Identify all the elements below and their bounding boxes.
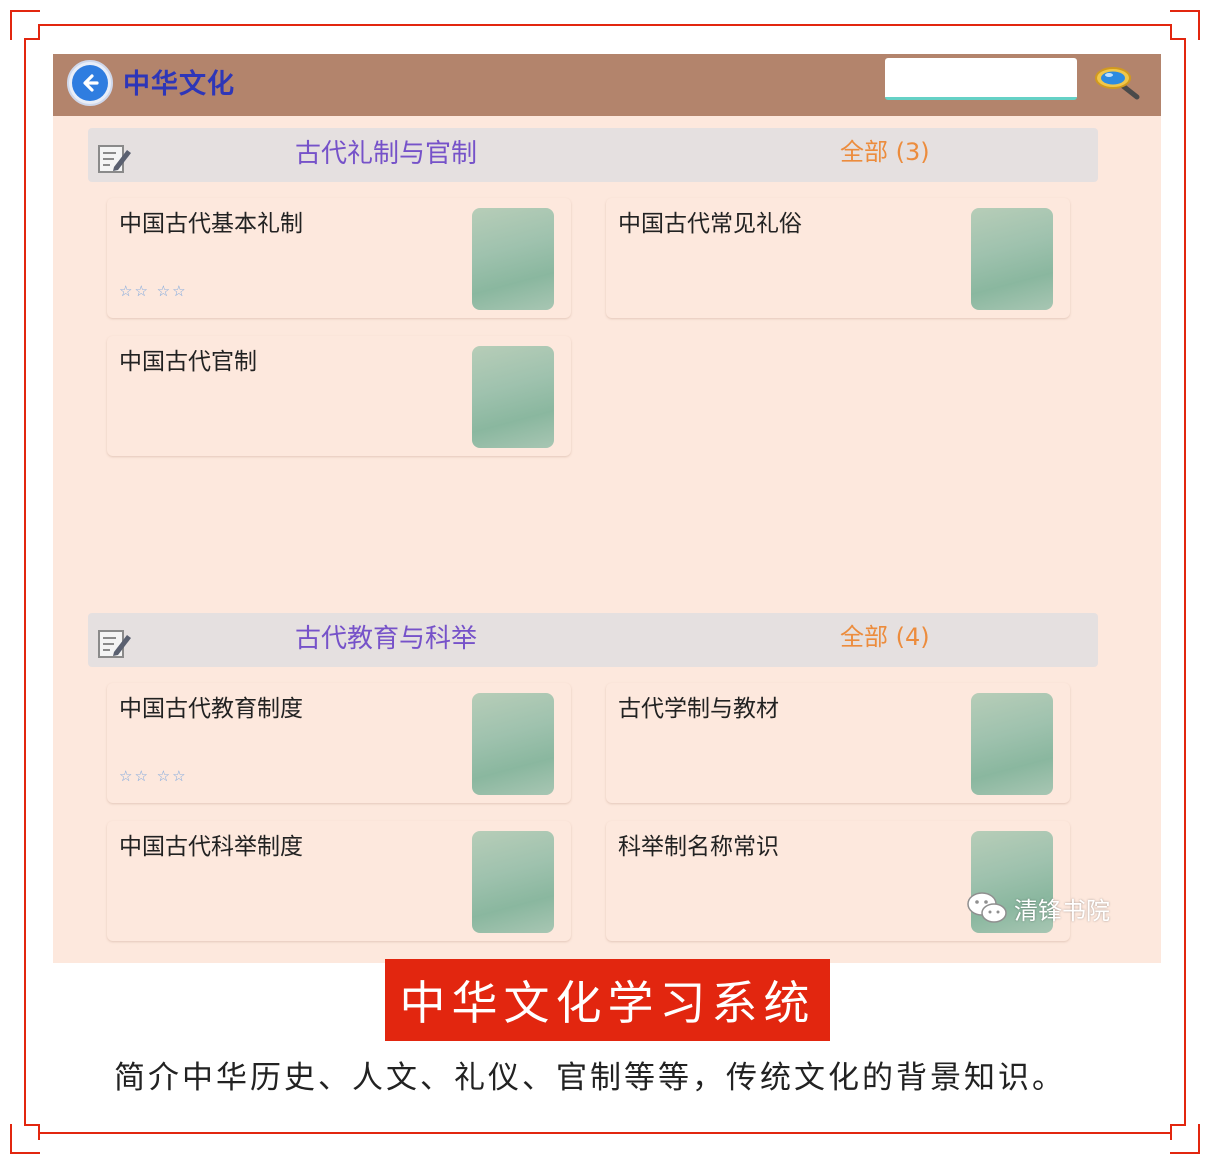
star-rating: ☆☆ ☆☆ bbox=[119, 282, 188, 300]
course-card[interactable]: 中国古代常见礼俗 bbox=[606, 198, 1070, 318]
watermark: 清锋书院 bbox=[966, 890, 1110, 926]
card-thumbnail bbox=[971, 693, 1053, 795]
frame-corner-top-left bbox=[10, 10, 40, 40]
caption-title: 中华文化学习系统 bbox=[385, 959, 830, 1041]
course-card[interactable]: 中国古代官制 bbox=[107, 336, 571, 456]
card-title: 中国古代科举制度 bbox=[119, 834, 303, 860]
section-title: 古代礼制与官制 bbox=[295, 139, 478, 169]
view-all-link[interactable]: 全部 (4) bbox=[840, 617, 930, 652]
frame-corner-top-right bbox=[1170, 10, 1200, 40]
card-thumbnail bbox=[472, 346, 554, 448]
section-header-education: 古代教育与科举 全部 (4) bbox=[88, 613, 1098, 667]
star-rating: ☆☆ ☆☆ bbox=[119, 767, 188, 785]
caption-description: 简介中华历史、人文、礼仪、官制等等，传统文化的背景知识。 bbox=[114, 1060, 1066, 1096]
card-thumbnail bbox=[472, 208, 554, 310]
frame-corner-bottom-right bbox=[1170, 1124, 1200, 1154]
app-screenshot: 中华文化 古代礼制与官制 全部 (3) 中国古代基本礼制 ☆☆ ☆☆ 中国古代常… bbox=[53, 54, 1161, 963]
card-title: 中国古代基本礼制 bbox=[119, 211, 303, 237]
course-card[interactable]: 中国古代基本礼制 ☆☆ ☆☆ bbox=[107, 198, 571, 318]
top-bar: 中华文化 bbox=[53, 54, 1161, 116]
course-card[interactable]: 古代学制与教材 bbox=[606, 683, 1070, 803]
section-header-ritual: 古代礼制与官制 全部 (3) bbox=[88, 128, 1098, 182]
card-title: 科举制名称常识 bbox=[618, 834, 779, 860]
back-arrow-icon bbox=[72, 65, 108, 101]
card-title: 古代学制与教材 bbox=[618, 696, 779, 722]
wechat-icon bbox=[967, 892, 1007, 923]
course-card[interactable]: 中国古代教育制度 ☆☆ ☆☆ bbox=[107, 683, 571, 803]
app-title: 中华文化 bbox=[123, 69, 235, 100]
card-thumbnail bbox=[472, 693, 554, 795]
magnifier-icon bbox=[1095, 67, 1140, 100]
view-all-link[interactable]: 全部 (3) bbox=[840, 132, 930, 167]
search-button[interactable] bbox=[1093, 64, 1145, 104]
edit-note-icon bbox=[98, 630, 131, 658]
card-title: 中国古代常见礼俗 bbox=[618, 211, 802, 237]
search-input[interactable] bbox=[885, 58, 1077, 100]
back-button[interactable] bbox=[67, 60, 113, 106]
watermark-text: 清锋书院 bbox=[1014, 896, 1110, 925]
card-title: 中国古代官制 bbox=[119, 349, 257, 375]
course-card[interactable]: 中国古代科举制度 bbox=[107, 821, 571, 941]
section-title: 古代教育与科举 bbox=[295, 624, 478, 654]
card-thumbnail bbox=[971, 208, 1053, 310]
card-thumbnail bbox=[472, 831, 554, 933]
card-title: 中国古代教育制度 bbox=[119, 696, 303, 722]
edit-note-icon bbox=[98, 145, 131, 173]
frame-corner-bottom-left bbox=[10, 1124, 40, 1154]
